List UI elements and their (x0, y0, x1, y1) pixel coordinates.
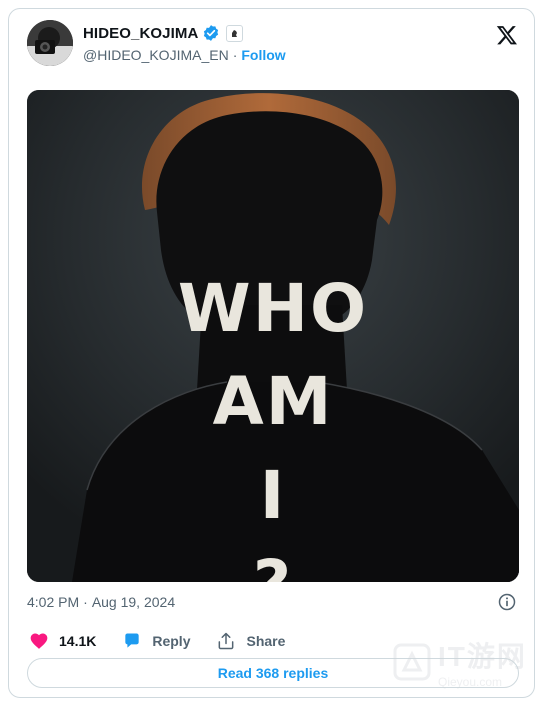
avatar[interactable] (27, 20, 73, 66)
likes-count: 14.1K (59, 633, 97, 649)
poster-text-line: I (259, 457, 287, 534)
poster-text-line: WHO (177, 270, 369, 347)
like-button[interactable]: 14.1K (29, 631, 96, 651)
affiliate-badge-icon (226, 24, 244, 42)
share-button[interactable]: Share (216, 631, 285, 651)
tweet-media-image[interactable]: WHO AM I ? (27, 90, 519, 582)
x-logo-icon[interactable] (496, 24, 518, 46)
author-name[interactable]: HIDEO_KOJIMA (83, 25, 198, 42)
share-label: Share (246, 633, 286, 649)
reply-label: Reply (152, 633, 191, 649)
timestamp-time: 4:02 PM (27, 594, 80, 610)
tweet-actions: 14.1K Reply Share (29, 631, 311, 651)
watermark-text: Qieyou.com (438, 675, 503, 689)
handle-separator: · (232, 47, 238, 63)
timestamp-date: Aug 19, 2024 (91, 594, 176, 610)
tweet-timestamp[interactable]: 4:02 PM · Aug 19, 2024 (27, 594, 175, 610)
timestamp-separator: · (83, 594, 88, 610)
author-handle[interactable]: @HIDEO_KOJIMA_EN (83, 47, 229, 63)
site-watermark: IT游网 Qieyou.com (392, 628, 542, 696)
heart-icon (30, 633, 48, 649)
share-icon (219, 632, 234, 650)
reply-button[interactable]: Reply (122, 631, 190, 651)
watermark-logo-glyphs: IT游网 (438, 641, 527, 672)
follow-link[interactable]: Follow (241, 47, 285, 63)
poster-text-line: ? (27, 552, 519, 583)
tweet-embed-card: HIDEO_KOJIMA @HIDEO_KOJIMA_EN · Follow W… (8, 8, 535, 698)
info-icon[interactable] (497, 592, 517, 612)
reply-bubble-icon (125, 633, 140, 648)
watermark-logo-icon (393, 643, 431, 681)
poster-text-line: AM (212, 363, 334, 440)
verified-badge-icon (204, 25, 219, 41)
